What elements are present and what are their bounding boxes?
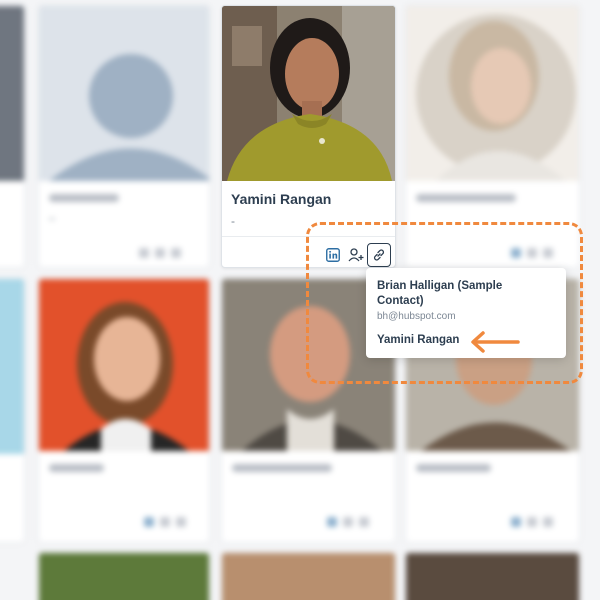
- add-person-icon: [348, 248, 364, 262]
- card-actions: [139, 248, 181, 258]
- card-actions: [144, 517, 186, 527]
- linkedin-icon: [326, 248, 340, 262]
- card-actions: [511, 248, 553, 258]
- card-name: [232, 464, 332, 472]
- arrow-left-icon: [471, 331, 520, 353]
- association-popover: Brian Halligan (Sample Contact) bh@hubsp…: [366, 268, 566, 358]
- avatar-placeholder: [39, 6, 209, 181]
- card-name: [49, 194, 119, 202]
- avatar: [222, 553, 395, 600]
- contacts-grid-view: Yamini Rangan - Brian Halligan (Sample C…: [0, 0, 600, 600]
- contact-card-yamini[interactable]: Yamini Rangan -: [221, 5, 396, 268]
- person-placeholder-icon: [49, 54, 209, 181]
- contact-card[interactable]: [0, 5, 25, 268]
- card-subtitle: [49, 218, 55, 220]
- card-actions: [327, 517, 369, 527]
- popover-contact-name[interactable]: Brian Halligan (Sample Contact): [377, 279, 527, 309]
- popover-contact-email: bh@hubspot.com: [377, 311, 456, 322]
- linkedin-button[interactable]: [322, 244, 344, 266]
- card-name: [49, 464, 104, 472]
- card-name: [416, 194, 516, 202]
- avatar: [0, 279, 24, 454]
- avatar: [406, 6, 579, 181]
- avatar: [406, 553, 579, 600]
- card-name: Yamini Rangan: [231, 191, 332, 207]
- popover-option-yamini[interactable]: Yamini Rangan: [377, 334, 459, 346]
- link-button[interactable]: [367, 243, 391, 267]
- avatar: [0, 6, 24, 181]
- link-icon: [374, 249, 384, 261]
- contact-card[interactable]: [38, 552, 210, 600]
- avatar: [39, 553, 209, 600]
- contact-card[interactable]: [38, 5, 210, 268]
- contact-card[interactable]: [221, 552, 396, 600]
- card-actions: [511, 517, 553, 527]
- avatar: [39, 279, 209, 451]
- card-subtitle: -: [231, 214, 235, 228]
- avatar: [222, 6, 395, 181]
- avatar-image: [222, 6, 395, 181]
- contact-card[interactable]: [38, 278, 210, 543]
- contact-card[interactable]: [405, 5, 580, 268]
- associate-contact-button[interactable]: [345, 244, 367, 266]
- card-divider: [222, 236, 395, 237]
- avatar-image: [64, 302, 189, 451]
- avatar-image: [416, 14, 576, 181]
- card-name: [416, 464, 491, 472]
- contact-card[interactable]: [405, 552, 580, 600]
- contact-card[interactable]: [0, 278, 25, 543]
